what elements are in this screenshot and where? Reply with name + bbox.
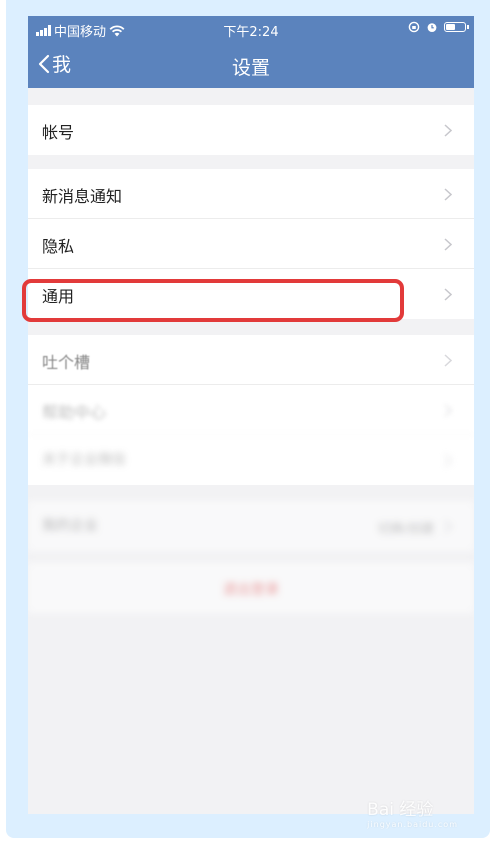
phone-screen: 中国移动 下午2:24 我 设置 帐号 新消息通知 隐私 通用 吐个槽 帮助中心… — [28, 16, 474, 814]
chevron-right-icon — [444, 288, 452, 301]
chevron-right-icon — [444, 124, 452, 137]
settings-item-feedback[interactable]: 吐个槽 — [28, 335, 474, 385]
settings-item-notifications[interactable]: 新消息通知 — [28, 169, 474, 219]
settings-item-privacy[interactable]: 隐私 — [28, 219, 474, 269]
chevron-right-icon — [444, 238, 452, 251]
settings-item-account[interactable]: 帐号 — [28, 105, 474, 155]
navigation-bar: 我 设置 — [28, 42, 474, 88]
battery-icon — [444, 22, 469, 32]
settings-item-label: 帐号 — [42, 123, 75, 142]
status-bar: 中国移动 下午2:24 — [28, 16, 474, 42]
logout-button[interactable]: 退出登录 — [28, 563, 474, 613]
settings-item-my-enterprise[interactable]: 我的企业 切换/创建 — [28, 501, 474, 551]
chevron-right-icon — [444, 454, 452, 467]
rotation-lock-icon — [408, 21, 420, 33]
watermark-logo: Bai 经验 jingyan.baidu.com — [367, 795, 458, 829]
settings-group-account: 帐号 — [28, 105, 474, 155]
chevron-right-icon — [444, 520, 452, 533]
settings-item-label: 吐个槽 — [42, 353, 91, 372]
watermark-brand: Bai 经验 — [367, 800, 434, 820]
logout-label: 退出登录 — [223, 582, 279, 598]
settings-item-value: 切换/创建 — [377, 522, 434, 537]
settings-item-about[interactable]: 关于企业微信 — [28, 435, 474, 485]
status-right — [408, 21, 469, 33]
settings-item-label: 我的企业 — [42, 518, 98, 534]
settings-group-enterprise: 我的企业 切换/创建 — [28, 501, 474, 551]
chevron-right-icon — [444, 354, 452, 367]
page-title: 设置 — [231, 57, 270, 79]
highlight-box — [22, 279, 404, 322]
settings-item-help-center[interactable]: 帮助中心 — [28, 385, 474, 435]
alarm-icon — [427, 23, 437, 32]
settings-item-label: 帮助中心 — [42, 403, 107, 422]
settings-item-label: 新消息通知 — [42, 187, 123, 206]
chevron-right-icon — [444, 404, 452, 417]
chevron-right-icon — [444, 188, 452, 201]
settings-group-help: 吐个槽 帮助中心 关于企业微信 — [28, 335, 474, 485]
watermark-url: jingyan.baidu.com — [367, 820, 458, 829]
settings-item-label: 隐私 — [42, 237, 75, 256]
settings-item-label: 关于企业微信 — [42, 452, 126, 468]
